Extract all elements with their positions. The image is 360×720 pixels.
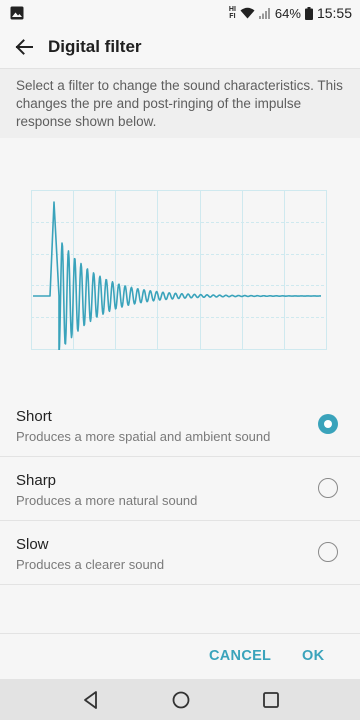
arrow-left-icon	[15, 39, 33, 55]
nav-recents-icon[interactable]	[259, 688, 283, 712]
signal-icon	[258, 8, 270, 19]
option-short-description: Produces a more spatial and ambient soun…	[16, 429, 271, 444]
option-slow[interactable]: Slow Produces a clearer sound	[0, 521, 360, 585]
option-slow-description: Produces a clearer sound	[16, 557, 165, 572]
option-short-label: Short	[16, 408, 52, 425]
status-left	[10, 6, 24, 20]
nav-home-icon[interactable]	[169, 688, 193, 712]
hifi-bottom-text: FI	[229, 13, 236, 20]
nav-back-icon[interactable]	[79, 688, 103, 712]
impulse-response-graph	[0, 138, 360, 393]
cancel-button[interactable]: CANCEL	[209, 648, 271, 664]
filter-description: Select a filter to change the sound char…	[0, 68, 360, 138]
ok-button[interactable]: OK	[302, 648, 324, 664]
option-sharp-label: Sharp	[16, 472, 57, 489]
impulse-waveform	[33, 201, 322, 350]
back-button[interactable]	[12, 35, 36, 59]
radio-sharp[interactable]	[318, 478, 338, 498]
hifi-icon: HI FI	[229, 6, 236, 20]
battery-percent: 64%	[274, 5, 301, 21]
wifi-icon	[240, 7, 255, 19]
radio-slow[interactable]	[318, 542, 338, 562]
option-sharp-description: Produces a more natural sound	[16, 493, 198, 508]
battery-icon	[304, 6, 313, 20]
option-short[interactable]: Short Produces a more spatial and ambien…	[0, 393, 360, 457]
impulse-response-chart	[31, 190, 327, 350]
navigation-bar	[0, 679, 360, 720]
dialog-actions: CANCEL OK	[0, 633, 360, 679]
option-sharp[interactable]: Sharp Produces a more natural sound	[0, 457, 360, 521]
page-title: Digital filter	[48, 37, 142, 56]
image-notification-icon	[10, 6, 24, 20]
status-time: 15:55	[316, 5, 352, 21]
status-bar: HI FI 64% 15:55	[0, 0, 360, 26]
radio-short[interactable]	[318, 414, 338, 434]
status-right: HI FI 64% 15:55	[229, 5, 352, 21]
filter-options-list: Short Produces a more spatial and ambien…	[0, 393, 360, 585]
hifi-top-text: HI	[228, 6, 236, 13]
option-slow-label: Slow	[16, 536, 49, 553]
app-bar: Digital filter	[0, 26, 360, 68]
